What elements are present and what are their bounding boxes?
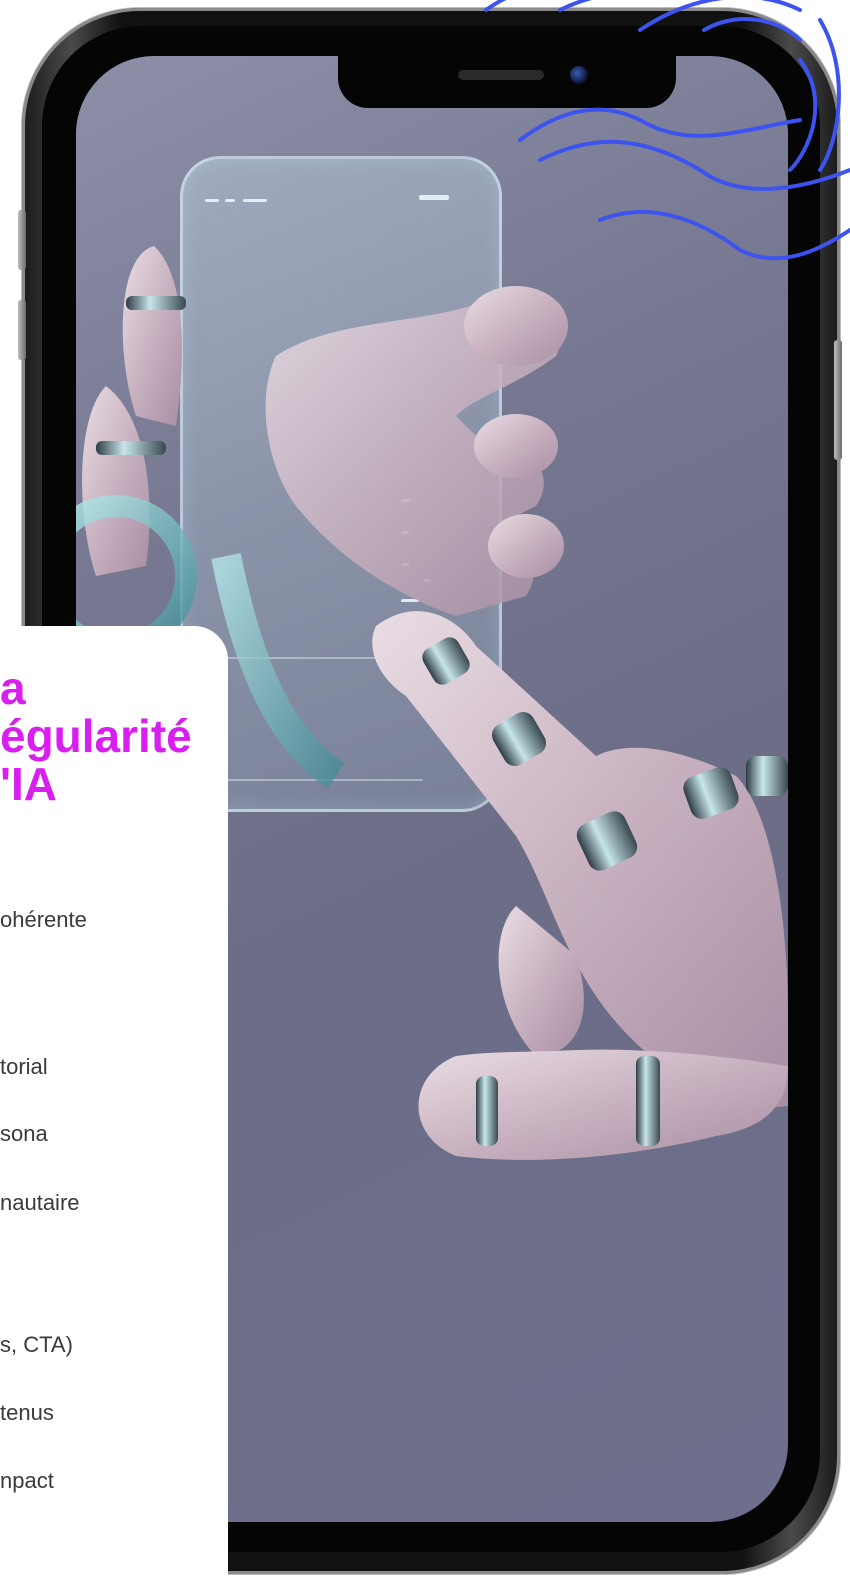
volume-button: [18, 210, 26, 270]
feature-list: ohérente torial sona nautaire s, CTA) te…: [0, 905, 228, 1545]
card-title-line: a: [0, 664, 26, 714]
list-item: nautaire: [0, 1190, 80, 1215]
power-button: [834, 340, 842, 460]
card-title-line: 'IA: [0, 758, 57, 808]
volume-button: [18, 300, 26, 360]
list-item: torial: [0, 1054, 48, 1079]
list-item: tenus: [0, 1400, 54, 1425]
list-item: s, CTA): [0, 1332, 73, 1357]
list-item: sona: [0, 1121, 48, 1146]
card-title: a égularité 'IA: [0, 664, 228, 808]
list-item: ohérente: [0, 907, 87, 932]
list-item: npact: [0, 1468, 54, 1493]
speaker-grille: [458, 70, 544, 80]
phone-notch: [338, 56, 676, 108]
card-title-line: égularité: [0, 710, 192, 762]
front-camera-icon: [570, 66, 588, 84]
hero-section: a égularité 'IA ohérente torial sona nau…: [0, 0, 850, 1578]
